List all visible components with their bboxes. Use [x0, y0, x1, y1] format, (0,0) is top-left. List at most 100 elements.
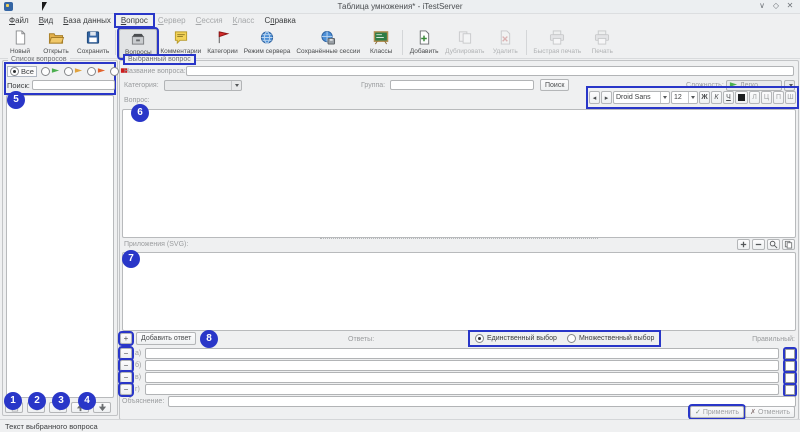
plus-icon: [739, 240, 748, 249]
view-attachment-button[interactable]: [767, 239, 780, 250]
question-listbox[interactable]: [6, 95, 114, 398]
cancel-button[interactable]: ✗ Отменить: [745, 406, 795, 418]
question-name-input[interactable]: [186, 66, 794, 76]
search-label: Поиск:: [7, 81, 30, 90]
menu-question[interactable]: Вопрос: [116, 15, 153, 26]
remove-answer-button[interactable]: −: [120, 372, 132, 383]
filter-easy-radio[interactable]: [41, 67, 60, 77]
annotation-circle-1: 1: [4, 392, 22, 410]
answer-input[interactable]: [145, 360, 779, 371]
italic-button[interactable]: К: [711, 91, 722, 104]
correct-label: Правильный:: [752, 336, 795, 343]
annotation-circle-6: 6: [131, 104, 149, 122]
status-text: Текст выбранного вопроса: [5, 422, 98, 431]
remove-answer-button[interactable]: −: [120, 348, 132, 359]
undo-icon[interactable]: ◂: [589, 91, 600, 104]
quick-print-icon: [548, 30, 566, 47]
bold-button[interactable]: Ж: [699, 91, 710, 104]
remove-attachment-button[interactable]: [752, 239, 765, 250]
correct-checkbox[interactable]: [785, 349, 795, 359]
title-bar: Таблица умножения* - iTestServer ∨ ◇ ✕: [0, 0, 800, 14]
remove-answer-button[interactable]: −: [120, 360, 132, 371]
question-list-title: Список вопросов: [8, 56, 70, 63]
server-mode-button[interactable]: Режим сервера: [241, 29, 294, 56]
remove-answer-button[interactable]: −: [120, 384, 132, 395]
correct-checkbox[interactable]: [785, 373, 795, 383]
difficulty-filter-row: Все: [7, 66, 129, 77]
splitter-handle[interactable]: [320, 238, 598, 239]
maximize-button[interactable]: ◇: [770, 1, 782, 10]
underline-button[interactable]: Ч: [723, 91, 734, 104]
menu-view[interactable]: Вид: [34, 15, 58, 26]
classes-button[interactable]: Классы: [363, 29, 399, 56]
menu-file[interactable]: Файл: [4, 15, 34, 26]
filter-all-radio[interactable]: Все: [7, 66, 37, 77]
add-answer-plus-button[interactable]: +: [120, 333, 132, 344]
question-text-area[interactable]: [122, 109, 796, 238]
font-size-combo[interactable]: 12: [671, 91, 698, 104]
add-answer-button[interactable]: Добавить ответ: [136, 332, 196, 345]
minus-icon: [754, 240, 763, 249]
answer-row: − а): [120, 348, 797, 359]
question-search-input[interactable]: [32, 80, 115, 90]
comments-button[interactable]: Комментарии: [157, 29, 204, 56]
redo-icon[interactable]: ▸: [601, 91, 612, 104]
new-document-icon: [11, 30, 29, 47]
menu-help[interactable]: Справка: [259, 15, 300, 26]
answer-input[interactable]: [145, 372, 779, 383]
question-name-label: Название вопроса:: [124, 68, 186, 75]
new-button[interactable]: Новый: [2, 29, 38, 56]
saved-sessions-icon: [319, 30, 337, 47]
align-center-button[interactable]: Ц: [761, 91, 772, 104]
questions-button[interactable]: Вопросы: [119, 29, 157, 58]
group-input[interactable]: [390, 80, 534, 90]
categories-button[interactable]: Категории: [204, 29, 241, 56]
text-color-button[interactable]: [735, 91, 748, 104]
radio-icon: [41, 67, 50, 76]
choice-mode-group: Единственный выбор Множественный выбор: [470, 332, 659, 345]
attachments-label: Приложения (SVG):: [124, 241, 188, 248]
save-icon: [84, 30, 102, 47]
question-list-panel: Список вопросов Все: [2, 60, 118, 416]
category-combo[interactable]: [164, 80, 242, 91]
explanation-label: Объяснение:: [122, 398, 164, 405]
align-right-button[interactable]: П: [773, 91, 784, 104]
toolbar-separator: [402, 30, 403, 55]
saved-sessions-button[interactable]: Сохранённые сессии: [293, 29, 363, 56]
correct-checkbox[interactable]: [785, 385, 795, 395]
question-search-row: Поиск:: [7, 80, 115, 90]
answer-input[interactable]: [145, 384, 779, 395]
toolbar-separator: [115, 30, 116, 55]
apply-button[interactable]: ✓ Применить: [690, 406, 744, 418]
answer-input[interactable]: [145, 348, 779, 359]
annotation-circle-7: 7: [122, 250, 140, 268]
magnifier-icon: [769, 240, 778, 249]
filter-hard-radio[interactable]: [87, 67, 106, 77]
filter-medium-radio[interactable]: [64, 67, 83, 77]
font-family-combo[interactable]: Droid Sans: [613, 91, 670, 104]
save-button[interactable]: Сохранить: [74, 29, 112, 56]
attachment-area[interactable]: [122, 252, 796, 331]
move-down-button[interactable]: [93, 402, 111, 413]
add-attachment-button[interactable]: [737, 239, 750, 250]
color-swatch-icon: [738, 94, 745, 101]
align-left-button[interactable]: Л: [749, 91, 760, 104]
multiple-choice-radio[interactable]: Множественный выбор: [567, 334, 655, 343]
menu-database[interactable]: База данных: [58, 15, 116, 26]
answer-row: − б): [120, 360, 797, 371]
export-attachment-button[interactable]: [782, 239, 795, 250]
minimize-button[interactable]: ∨: [756, 1, 768, 10]
check-icon: ✓: [695, 408, 701, 416]
group-search-button[interactable]: Поиск: [540, 79, 569, 91]
duplicate-icon: [456, 30, 474, 47]
align-justify-button[interactable]: Ш: [785, 91, 796, 104]
open-button[interactable]: Открыть: [38, 29, 74, 56]
annotation-circle-5: 5: [7, 91, 25, 109]
single-choice-radio[interactable]: Единственный выбор: [475, 334, 557, 343]
annotation-circle-2: 2: [28, 392, 46, 410]
close-button[interactable]: ✕: [784, 1, 796, 10]
main-toolbar: Новый Открыть Сохранить Вопросы Коммента…: [0, 28, 800, 59]
correct-checkbox[interactable]: [785, 361, 795, 371]
copy-icon: [784, 240, 793, 249]
add-question-button[interactable]: Добавить: [406, 29, 442, 56]
